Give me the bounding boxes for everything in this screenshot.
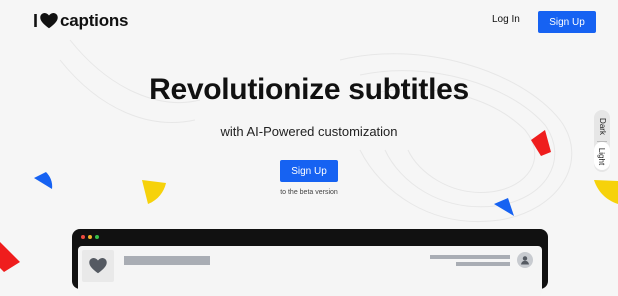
- decor-blue-shape-left: [34, 172, 53, 189]
- header-signup-button[interactable]: Sign Up: [538, 11, 596, 33]
- theme-option-light[interactable]: Light: [594, 142, 610, 170]
- app-preview-window: [72, 229, 548, 296]
- theme-option-light-label: Light: [597, 147, 607, 165]
- logo-letter: I: [33, 11, 39, 31]
- logo-text: captions: [60, 11, 129, 30]
- hero-title: Revolutionize subtitles: [149, 73, 469, 106]
- decor-yellow-shape-right: [594, 180, 618, 204]
- theme-switch[interactable]: Dark Light: [594, 110, 610, 172]
- heart-icon: [89, 258, 107, 274]
- user-icon: [521, 256, 529, 265]
- decor-yellow-shape-left: [142, 180, 166, 204]
- hero-subtitle: with AI-Powered customization: [220, 124, 398, 139]
- window-maximize-dot: [95, 235, 99, 239]
- window-minimize-dot: [88, 235, 92, 239]
- login-link[interactable]: Log In: [492, 14, 520, 25]
- heart-icon: [40, 13, 58, 29]
- avatar: [517, 252, 533, 268]
- app-preview-content: [78, 246, 542, 296]
- hero-signup-button[interactable]: Sign Up: [280, 160, 338, 182]
- preview-text-placeholder-2: [456, 262, 510, 266]
- decor-red-shape-left: [0, 242, 20, 272]
- brand-logo[interactable]: I captions: [33, 10, 129, 32]
- preview-title-placeholder: [124, 256, 210, 265]
- decor-red-shape-right: [531, 130, 551, 156]
- decor-blue-shape-right: [494, 198, 514, 216]
- beta-note: to the beta version: [280, 189, 338, 196]
- preview-text-placeholder-1: [430, 255, 510, 259]
- window-close-dot: [81, 235, 85, 239]
- preview-logo-box: [82, 250, 114, 282]
